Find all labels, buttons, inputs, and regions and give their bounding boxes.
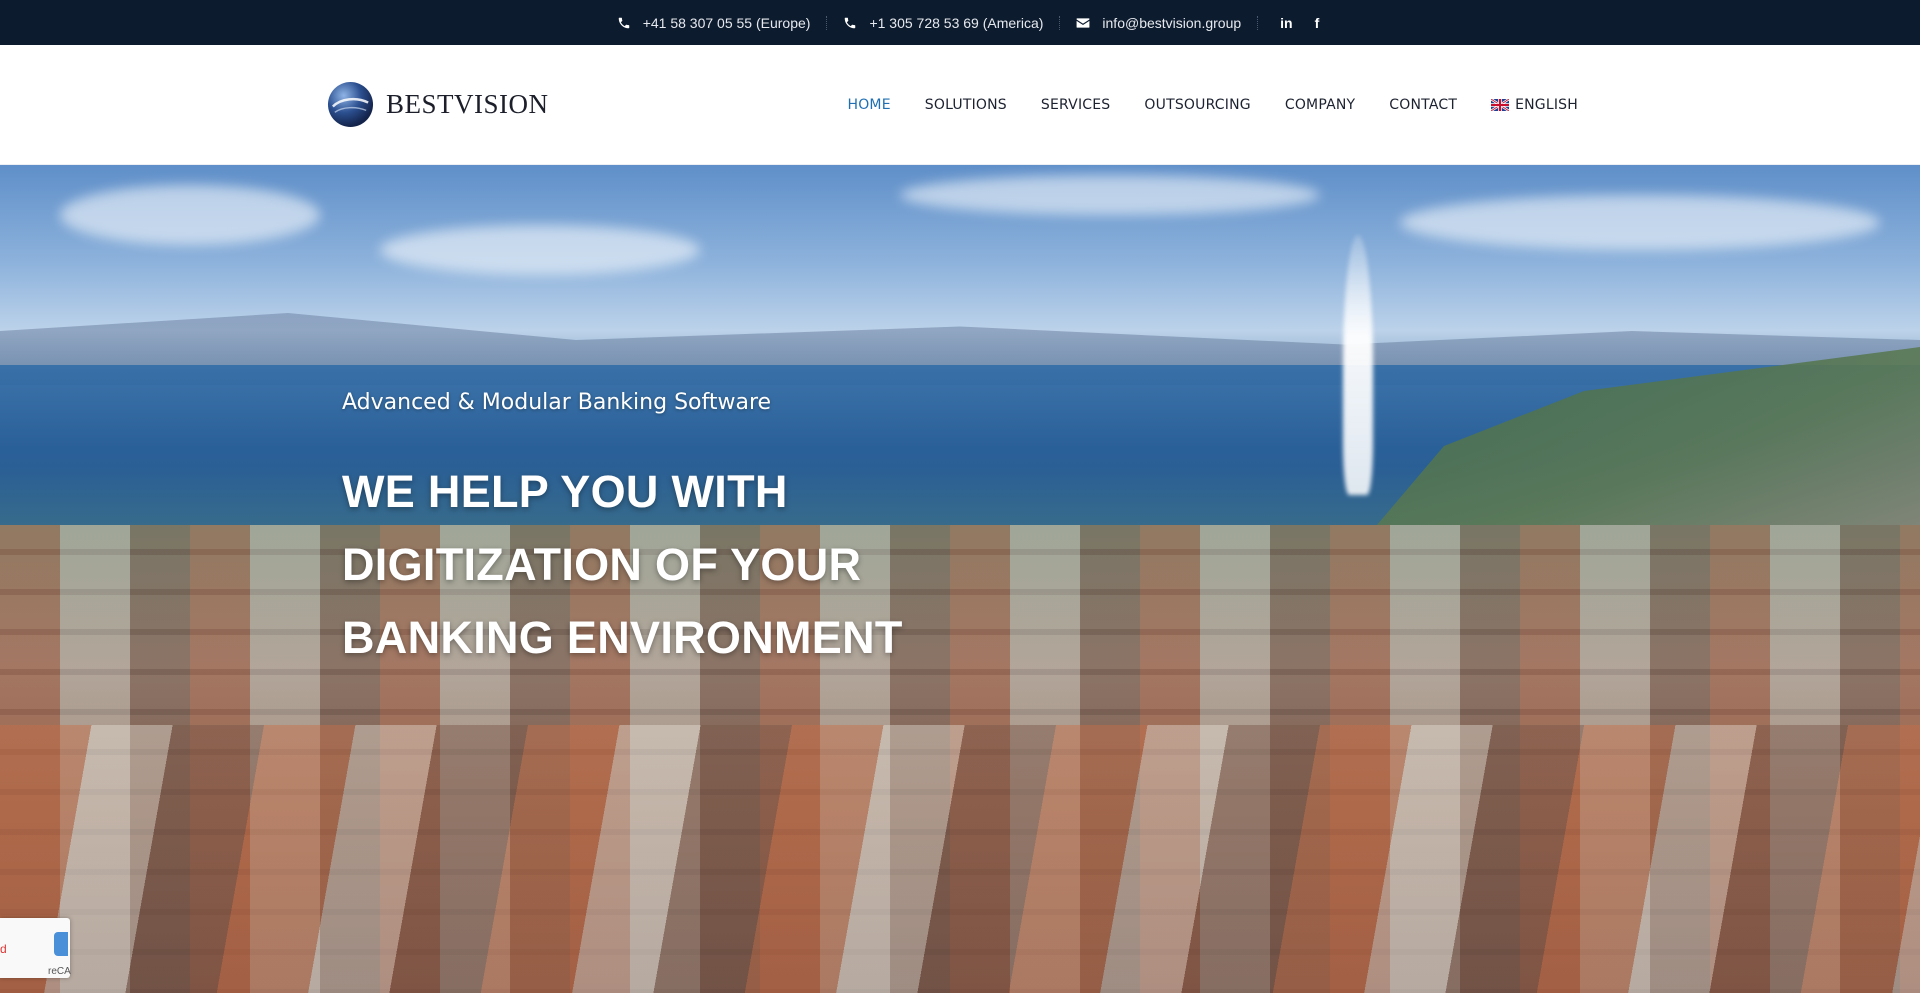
water-jet: [1343, 235, 1373, 495]
phone-america[interactable]: +1 305 728 53 69 (America): [827, 15, 1059, 31]
nav-contact[interactable]: CONTACT: [1389, 97, 1457, 113]
hero-text: Advanced & Modular Banking Software WE H…: [342, 390, 903, 674]
uk-flag-icon: [1491, 99, 1510, 111]
hero-banner: Advanced & Modular Banking Software WE H…: [0, 165, 1920, 993]
main-nav: HOME SOLUTIONS SERVICES OUTSOURCING COMP…: [847, 45, 1578, 165]
rooftops: [0, 725, 1920, 993]
phone-icon: [845, 17, 856, 28]
nav-company[interactable]: COMPANY: [1285, 97, 1355, 113]
recaptcha-badge[interactable]: d reCA: [0, 918, 71, 978]
hero-title: WE HELP YOU WITH DIGITIZATION OF YOUR BA…: [342, 455, 903, 674]
cloud: [900, 175, 1320, 215]
globe-logo-icon: [327, 81, 374, 128]
recaptcha-icon: [54, 932, 68, 956]
email-link[interactable]: info@bestvision.group: [1060, 15, 1257, 31]
site-header: BESTVISION HOME SOLUTIONS SERVICES OUTSO…: [0, 45, 1920, 165]
hero-title-line: DIGITIZATION OF YOUR: [342, 539, 862, 590]
brand-logo[interactable]: BESTVISION: [327, 81, 549, 128]
nav-outsourcing[interactable]: OUTSOURCING: [1144, 97, 1250, 113]
top-contact-bar: +41 58 307 05 55 (Europe) +1 305 728 53 …: [0, 0, 1920, 45]
facebook-icon[interactable]: f: [1315, 15, 1320, 31]
email-text: info@bestvision.group: [1102, 14, 1242, 31]
nav-services[interactable]: SERVICES: [1041, 97, 1111, 113]
hero-title-line: WE HELP YOU WITH: [342, 466, 788, 517]
social-links: in f: [1258, 15, 1319, 31]
hero-subtitle: Advanced & Modular Banking Software: [342, 390, 772, 415]
language-label: ENGLISH: [1515, 97, 1578, 113]
hero-title-line: BANKING ENVIRONMENT: [342, 612, 903, 663]
language-selector[interactable]: ENGLISH: [1491, 97, 1578, 113]
cloud: [380, 225, 700, 275]
phone-america-text: +1 305 728 53 69 (America): [869, 14, 1044, 31]
phone-icon: [618, 17, 629, 28]
cloud: [60, 185, 320, 245]
phone-europe-text: +41 58 307 05 55 (Europe): [642, 14, 811, 31]
linkedin-icon[interactable]: in: [1280, 15, 1292, 31]
cloud: [1400, 195, 1880, 250]
logo-text: BESTVISION: [386, 89, 549, 119]
nav-solutions[interactable]: SOLUTIONS: [925, 97, 1007, 113]
phone-europe[interactable]: +41 58 307 05 55 (Europe): [601, 15, 827, 31]
recaptcha-label: reCA: [48, 966, 71, 977]
envelope-icon: [1076, 17, 1090, 28]
recaptcha-partial-text: d: [0, 942, 7, 956]
nav-home[interactable]: HOME: [847, 97, 890, 113]
